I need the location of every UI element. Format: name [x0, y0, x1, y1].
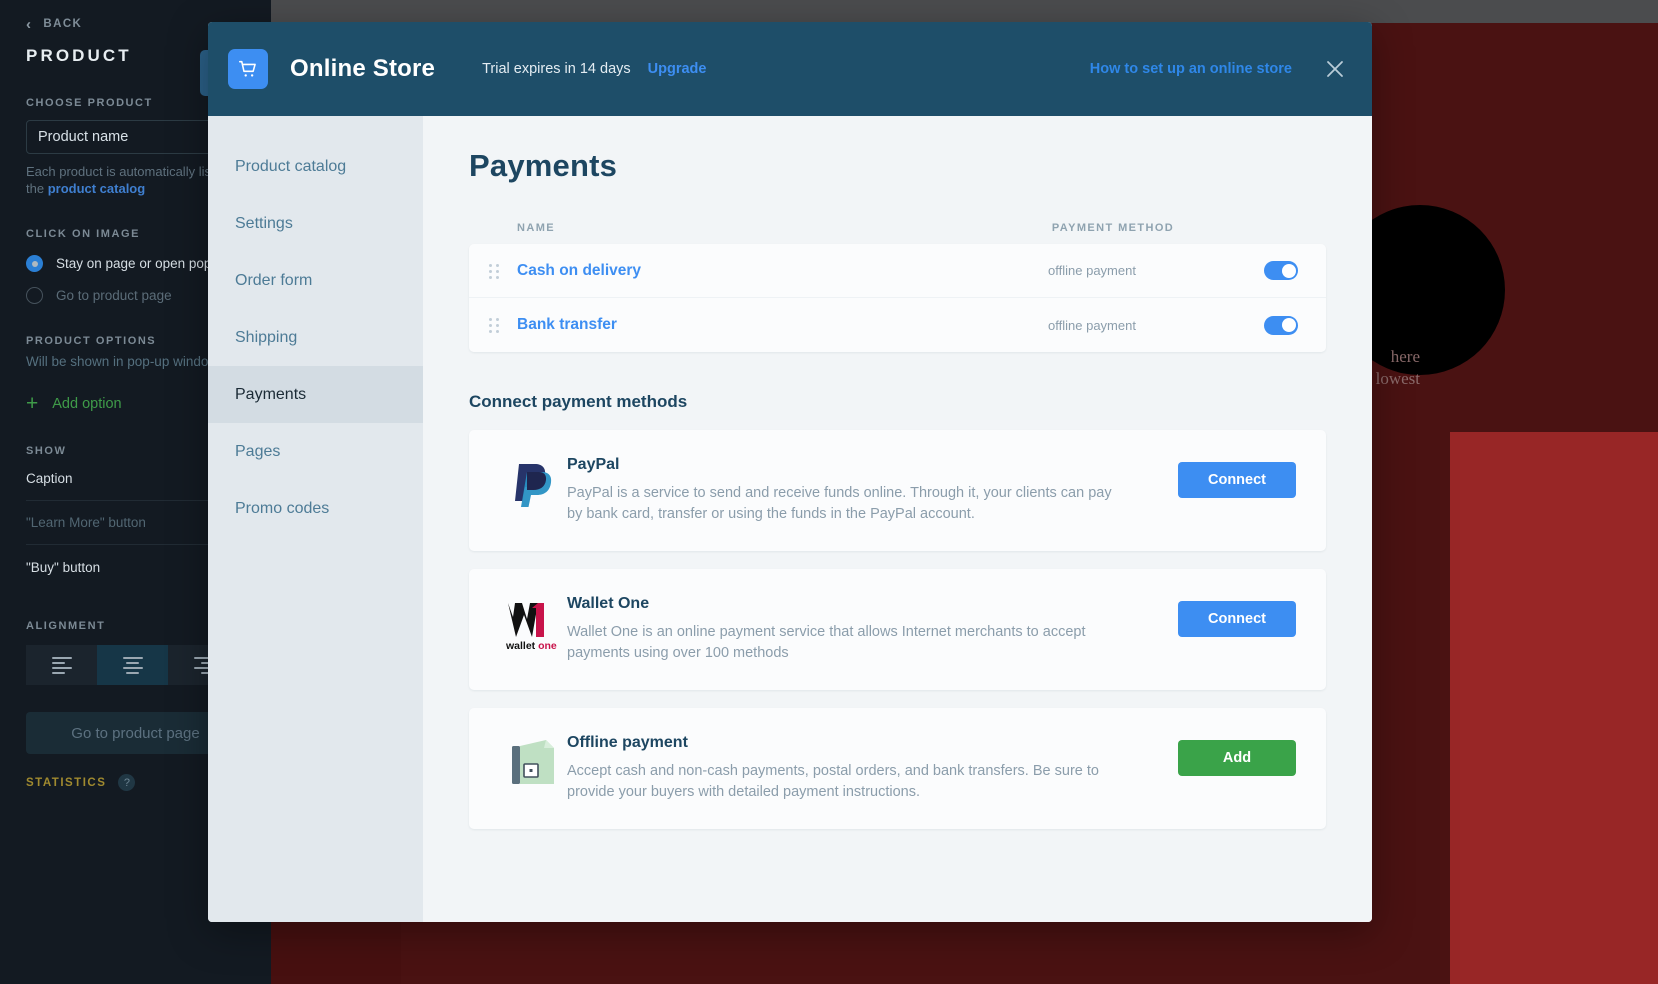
show-row-learn-more-label: "Learn More" button — [26, 515, 146, 530]
svg-text:wallet one: wallet one — [505, 640, 557, 652]
connect-section-title: Connect payment methods — [469, 392, 688, 411]
payment-method-value: offline payment — [1048, 317, 1136, 333]
nav-item-promo-codes-label: Promo codes — [235, 499, 330, 517]
nav-item-pages-label: Pages — [235, 442, 281, 460]
modal-body: Product catalog Settings Order form Ship… — [208, 116, 1372, 922]
paypal-icon — [499, 456, 567, 512]
help-link[interactable]: How to set up an online store — [1090, 61, 1292, 77]
page-title: Payments — [469, 148, 618, 183]
connect-paypal-button[interactable]: Connect — [1178, 462, 1296, 498]
column-header-name: NAME — [517, 222, 555, 234]
offline-payment-title: Offline payment — [567, 734, 688, 751]
add-offline-payment-button[interactable]: Add — [1178, 740, 1296, 776]
nav-item-payments[interactable]: Payments — [208, 366, 423, 423]
nav-item-payments-label: Payments — [235, 385, 307, 403]
nav-item-product-catalog-label: Product catalog — [235, 157, 347, 175]
editor-top-bar — [271, 0, 1658, 23]
payments-table: Cash on delivery offline payment Bank tr… — [469, 244, 1326, 352]
radio-goto-label: Go to product page — [56, 288, 172, 303]
align-left-icon — [51, 656, 72, 674]
nav-item-order-form-label: Order form — [235, 271, 313, 289]
radio-unselected-icon — [26, 287, 43, 304]
statistics-label: STATISTICS — [26, 776, 107, 789]
paypal-title: PayPal — [567, 456, 620, 473]
trial-status: Trial expires in 14 days — [482, 61, 631, 77]
align-center-icon — [122, 656, 143, 674]
drag-handle-icon[interactable] — [489, 318, 501, 333]
nav-item-shipping-label: Shipping — [235, 328, 298, 346]
app-root: here lowest ‹ BACK PRODUCT CHOOSE PRODUC… — [0, 0, 1658, 984]
plus-icon: + — [26, 392, 39, 415]
canvas-red-block — [1450, 432, 1658, 984]
close-icon[interactable] — [1322, 56, 1348, 82]
radio-stay-label: Stay on page or open pop-up — [56, 256, 231, 271]
modal-title: Online Store — [290, 55, 436, 82]
align-left-button[interactable] — [26, 645, 97, 685]
payments-content: Payments NAME PAYMENT METHOD Cash on del… — [423, 116, 1372, 922]
nav-item-pages[interactable]: Pages — [208, 423, 423, 480]
payment-enabled-toggle[interactable] — [1264, 315, 1298, 335]
column-header-payment-method: PAYMENT METHOD — [1051, 222, 1175, 234]
payment-method-card-paypal: PayPal PayPal is a service to send and r… — [469, 430, 1326, 551]
paypal-info: PayPal PayPal is a service to send and r… — [567, 456, 1178, 525]
radio-selected-icon — [26, 255, 43, 272]
offline-payment-icon — [499, 734, 567, 788]
table-row[interactable]: Cash on delivery offline payment — [469, 244, 1326, 298]
nav-item-settings[interactable]: Settings — [208, 195, 423, 252]
table-row[interactable]: Bank transfer offline payment — [469, 298, 1326, 352]
online-store-modal: Online Store Trial expires in 14 days Up… — [208, 22, 1372, 922]
nav-item-settings-label: Settings — [235, 214, 293, 232]
product-catalog-link[interactable]: product catalog — [48, 181, 146, 196]
payment-enabled-toggle[interactable] — [1264, 261, 1298, 280]
payment-name-link[interactable]: Cash on delivery — [517, 262, 942, 280]
wallet-one-info: Wallet One Wallet One is an online payme… — [567, 595, 1178, 664]
chevron-left-icon: ‹ — [26, 15, 33, 33]
paypal-description: PayPal is a service to send and receive … — [567, 485, 1112, 522]
payment-method-card-offline: Offline payment Accept cash and non-cash… — [469, 708, 1326, 829]
offline-payment-info: Offline payment Accept cash and non-cash… — [567, 734, 1178, 803]
show-row-caption-label: Caption — [26, 471, 73, 486]
add-option-label: Add option — [52, 395, 122, 412]
hint-prefix: the — [26, 181, 48, 196]
nav-item-order-form[interactable]: Order form — [208, 252, 423, 309]
payment-name-link[interactable]: Bank transfer — [517, 316, 942, 334]
drag-handle-icon[interactable] — [489, 263, 501, 279]
nav-item-promo-codes[interactable]: Promo codes — [208, 480, 423, 537]
payment-method-card-wallet-one: wallet one Wallet One Wallet One is an o… — [469, 569, 1326, 690]
help-icon[interactable]: ? — [118, 774, 136, 791]
payment-method-value: offline payment — [1048, 263, 1136, 278]
modal-nav: Product catalog Settings Order form Ship… — [208, 116, 423, 922]
align-center-button[interactable] — [97, 645, 168, 685]
wallet-one-description: Wallet One is an online payment service … — [567, 624, 1086, 661]
wallet-one-icon: wallet one — [499, 595, 567, 653]
modal-header: Online Store Trial expires in 14 days Up… — [208, 22, 1372, 116]
upgrade-link[interactable]: Upgrade — [648, 61, 707, 77]
go-to-product-page-label: Go to product page — [71, 724, 200, 742]
payments-table-header: NAME PAYMENT METHOD — [469, 222, 1326, 234]
shopping-cart-icon — [228, 49, 268, 89]
wallet-one-title: Wallet One — [567, 595, 650, 612]
nav-item-shipping[interactable]: Shipping — [208, 309, 423, 366]
connect-wallet-one-button[interactable]: Connect — [1178, 601, 1296, 637]
back-label: BACK — [43, 18, 83, 30]
nav-item-product-catalog[interactable]: Product catalog — [208, 138, 423, 195]
offline-payment-description: Accept cash and non-cash payments, posta… — [567, 763, 1099, 800]
show-row-buy-label: "Buy" button — [26, 559, 101, 575]
